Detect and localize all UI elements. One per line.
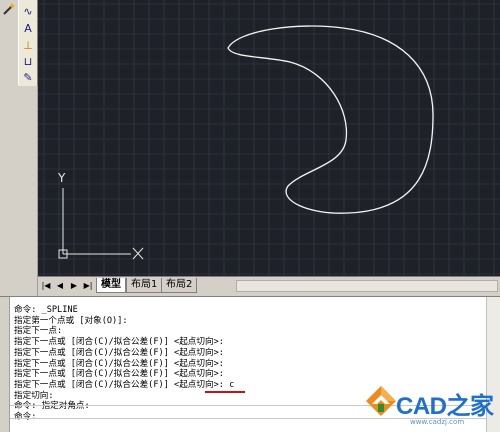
ucs-icon — [58, 188, 144, 260]
highlight-underline — [205, 391, 245, 393]
tab-model[interactable]: 模型 — [96, 278, 126, 293]
tab-layout2[interactable]: 布局2 — [161, 278, 198, 293]
command-line: 指定下一点或 [闭合(C)/拟合公差(F)] <起点切向>: — [14, 347, 224, 358]
last-tab-icon[interactable]: ▶| — [83, 280, 93, 292]
command-line: 指定第一个点或 [对象(O)]: — [14, 315, 128, 326]
next-tab-icon[interactable]: ▶ — [69, 280, 79, 292]
canvas-svg: Y — [38, 0, 500, 276]
magic-wand-icon[interactable] — [1, 1, 17, 17]
cad-watermark: CAD之家 www.cadzj.com — [362, 380, 498, 430]
command-line: 指定下一点或 [闭合(C)/拟合公差(F)] <起点切向>: — [14, 337, 224, 348]
spline-curve[interactable] — [227, 25, 434, 214]
command-line: 指定下一点: — [14, 326, 63, 337]
cad-logo-icon — [366, 386, 396, 416]
model-space-canvas[interactable]: Y — [38, 0, 500, 276]
command-line: 指定切向: — [14, 390, 54, 401]
grid — [38, 0, 500, 276]
watermark-brand: CAD之家 — [396, 393, 494, 420]
prev-tab-icon[interactable]: ◀ — [55, 280, 65, 292]
command-line: 指定下一点或 [闭合(C)/拟合公差(F)] <起点切向>: c — [14, 379, 235, 390]
command-line: 命令: 指定对角点: — [14, 401, 90, 412]
ucs-y-label: Y — [57, 171, 66, 185]
paint-tool-icon[interactable]: ✎ — [19, 68, 37, 86]
watermark-url: www.cadzj.com — [410, 418, 465, 426]
command-window-grip[interactable] — [0, 297, 10, 432]
command-line: 指定下一点或 [闭合(C)/拟合公差(F)] <起点切向>: — [14, 358, 224, 369]
spline-tool-icon[interactable]: ∿ — [19, 2, 37, 20]
horizontal-scrollbar[interactable] — [236, 280, 498, 292]
first-tab-icon[interactable]: |◀ — [41, 280, 51, 292]
command-line: 指定下一点或 [闭合(C)/拟合公差(F)] <起点切向>: — [14, 369, 224, 380]
text-align-tool-icon[interactable]: A — [19, 19, 37, 37]
tab-layout1[interactable]: 布局1 — [126, 278, 163, 293]
left-toolbar: ∿ A ⊥ ⊔ ✎ — [0, 0, 38, 296]
layout-tabs-bar: |◀ ◀ ▶ ▶| 模型 布局1 布局2 — [38, 276, 500, 294]
command-line: 命令: _SPLINE — [14, 305, 78, 315]
